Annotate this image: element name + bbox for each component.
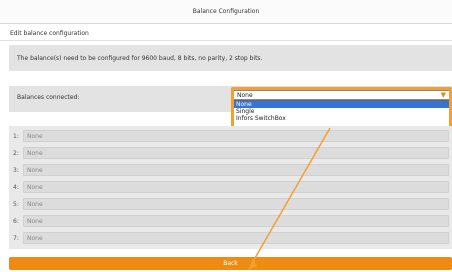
dropdown-option-infors-switchbox[interactable]: Infors SwitchBox — [234, 115, 449, 122]
balance-rows-panel: 1: None 2: None 3: None 4: None 5: None … — [9, 126, 452, 249]
row-number: 2: — [13, 150, 19, 157]
subheader: Edit balance configuration — [0, 27, 452, 41]
row-number: 7: — [13, 235, 19, 242]
row-number: 1: — [13, 133, 19, 140]
window-title: Balance Configuration — [192, 8, 260, 15]
title-bar: Balance Configuration — [0, 0, 452, 24]
info-panel: The balance(s) need to be configured for… — [9, 45, 452, 71]
field-value: None — [27, 218, 43, 225]
row-number: 4: — [13, 184, 19, 191]
field-value: None — [27, 184, 43, 191]
dropdown-option-single[interactable]: Single — [234, 108, 449, 115]
balance-row-3: 3: None — [9, 163, 452, 180]
balance-field-2[interactable]: None — [23, 147, 449, 159]
balances-dropdown-list: None Single Infors SwitchBox — [233, 100, 450, 129]
balance-field-7[interactable]: None — [23, 232, 449, 244]
balance-field-5[interactable]: None — [23, 198, 449, 210]
dropdown-option-none[interactable]: None — [234, 101, 449, 108]
field-value: None — [27, 133, 43, 140]
back-button-label: Back — [223, 260, 238, 267]
balance-row-5: 5: None — [9, 197, 452, 214]
row-number: 6: — [13, 218, 19, 225]
dropdown-arrow-icon[interactable]: ▼ — [441, 91, 446, 100]
back-button[interactable]: Back — [9, 257, 452, 270]
row-number: 5: — [13, 201, 19, 208]
balance-field-4[interactable]: None — [23, 181, 449, 193]
balances-select[interactable]: None ▼ — [233, 90, 450, 100]
balance-row-1: 1: None — [9, 129, 452, 146]
balance-row-6: 6: None — [9, 214, 452, 231]
info-text: The balance(s) need to be configured for… — [17, 55, 263, 62]
row-number: 3: — [13, 167, 19, 174]
balance-row-4: 4: None — [9, 180, 452, 197]
field-value: None — [27, 235, 43, 242]
field-value: None — [27, 167, 43, 174]
field-value: None — [27, 201, 43, 208]
balance-row-7: 7: None — [9, 231, 452, 248]
balance-field-6[interactable]: None — [23, 215, 449, 227]
balance-field-3[interactable]: None — [23, 164, 449, 176]
balance-field-1[interactable]: None — [23, 130, 449, 142]
balances-select-value: None — [237, 92, 253, 99]
balance-row-2: 2: None — [9, 146, 452, 163]
balances-connected-label: Balances connected: — [17, 94, 80, 101]
field-value: None — [27, 150, 43, 157]
subheader-text: Edit balance configuration — [10, 30, 89, 37]
